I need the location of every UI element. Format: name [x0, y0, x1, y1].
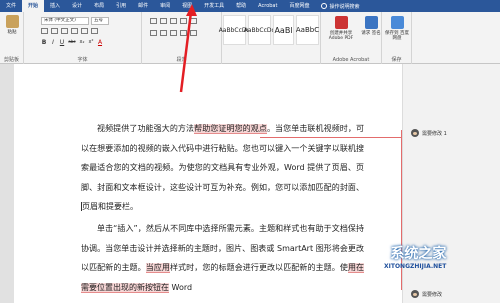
phonetic-guide-icon[interactable] [81, 28, 88, 34]
tab-home[interactable]: 开始 [22, 0, 45, 12]
paragraph-1: 视频提供了功能强大的方法帮助您证明您的观点。当您单击联机视频时，可以在想要添加的… [81, 124, 364, 211]
tab-file[interactable]: 文件 [0, 0, 22, 12]
font-group: 宋体 (中文正文) 五号 B I U abc x₂ x² A 字体 [24, 12, 142, 64]
watermark-url: XITONGZHIJIA.NET [384, 263, 447, 270]
document-page[interactable]: 视频提供了功能强大的方法帮助您证明您的观点。当您单击联机视频时，可以在想要添加的… [14, 64, 402, 303]
tell-me-search[interactable]: 操作说明搜索 [321, 3, 360, 10]
ribbon: 粘贴 剪贴板 宋体 (中文正文) 五号 B I U abc x₂ x² A 字体 [0, 12, 500, 64]
request-signature-button[interactable]: 请求 签名 [361, 16, 381, 36]
numbering-icon[interactable] [160, 18, 167, 24]
paragraph-2: 单击“插入”，然后从不同库中选择所需元素。主题和样式也有助于文档保持协调。当您单… [81, 224, 365, 293]
tab-help[interactable]: 帮助 [230, 0, 252, 12]
paragraph-group-label: 段落 [176, 57, 187, 63]
clipboard-group: 粘贴 剪贴板 [0, 12, 24, 64]
superscript-button[interactable]: x² [88, 39, 94, 46]
style-normal[interactable]: AaBbCcDd [219, 15, 250, 45]
paste-label: 粘贴 [7, 30, 17, 35]
lightbulb-icon [321, 3, 328, 9]
request-signature-label: 请求 签名 [361, 31, 381, 36]
strikethrough-button[interactable]: abc [68, 39, 76, 46]
font-group-label: 字体 [77, 57, 88, 63]
styles-gallery: AaBbCcDd AaBbCcDd AaBl AaBbC [219, 15, 319, 45]
save-to-netdisk-label: 保存到 百度网盘 [385, 31, 409, 41]
save-to-netdisk-button[interactable]: 保存到 百度网盘 [384, 16, 410, 41]
justify-icon[interactable] [180, 30, 187, 36]
cloud-icon [390, 16, 404, 29]
tab-insert[interactable]: 插入 [44, 0, 66, 12]
tab-layout[interactable]: 布局 [88, 0, 110, 12]
commented-text-1[interactable]: 帮助您证明您的观点 [194, 124, 267, 134]
font-row-2 [41, 28, 98, 34]
commented-text-2[interactable]: 当应用 [145, 263, 170, 273]
align-right-icon[interactable] [170, 30, 177, 36]
decrease-indent-icon[interactable] [180, 18, 187, 24]
style-heading-1[interactable]: AaBl [273, 15, 294, 45]
paste-button[interactable]: 粘贴 [2, 15, 22, 35]
pdf-icon [334, 16, 348, 29]
style-no-spacing[interactable]: AaBbCcDd [244, 15, 275, 45]
subscript-button[interactable]: x₂ [79, 39, 85, 46]
tab-acrobat[interactable]: Acrobat [252, 0, 283, 12]
comment-connector [260, 137, 402, 138]
grow-font-icon[interactable] [41, 28, 48, 34]
signature-icon [364, 16, 378, 29]
create-pdf-label: 创建并共享 Adobe PDF [328, 31, 354, 41]
font-format-row: B I U abc x₂ x² A [41, 39, 103, 46]
tab-mailings[interactable]: 邮件 [132, 0, 154, 12]
character-border-icon[interactable] [91, 28, 98, 34]
comment-2[interactable]: 需要修改 [411, 290, 442, 298]
tab-design[interactable]: 设计 [66, 0, 88, 12]
line-spacing-icon[interactable] [190, 30, 197, 36]
clipboard-icon [5, 15, 19, 28]
watermark-title: 系统之家 [390, 246, 447, 262]
font-size-select[interactable]: 五号 [91, 17, 109, 25]
change-case-icon[interactable] [61, 28, 68, 34]
tab-references[interactable]: 引用 [110, 0, 132, 12]
increase-indent-icon[interactable] [190, 18, 197, 24]
paragraph-row-1 [150, 18, 197, 24]
shrink-font-icon[interactable] [51, 28, 58, 34]
user-avatar-icon [411, 290, 419, 298]
underline-button[interactable]: U [59, 39, 65, 46]
paragraph-group: 段落 [142, 12, 222, 64]
create-pdf-button[interactable]: 创建并共享 Adobe PDF [323, 16, 359, 41]
align-left-icon[interactable] [150, 30, 157, 36]
acrobat-group: 创建并共享 Adobe PDF 请求 签名 Adobe Acrobat [320, 12, 382, 64]
tab-view[interactable]: 视图 [176, 0, 198, 12]
style-heading-2[interactable]: AaBbC [296, 15, 319, 45]
paragraph-row-2 [150, 30, 197, 36]
tell-me-label: 操作说明搜索 [329, 3, 360, 10]
italic-button[interactable]: I [50, 39, 56, 46]
bullets-icon[interactable] [150, 18, 157, 24]
bold-button[interactable]: B [41, 39, 47, 46]
save-group: 保存到 百度网盘 保存 [382, 12, 412, 64]
comment-1[interactable]: 需要修改 1 [411, 129, 447, 137]
acrobat-group-label: Adobe Acrobat [332, 57, 370, 63]
save-group-label: 保存 [391, 57, 402, 63]
tab-baidu-netdisk[interactable]: 百度网盘 [283, 0, 315, 12]
tab-developer[interactable]: 开发工具 [198, 0, 230, 12]
watermark: 系统之家 XITONGZHIJIA.NET [384, 243, 446, 270]
tab-review[interactable]: 审阅 [154, 0, 176, 12]
clipboard-group-label: 剪贴板 [3, 57, 19, 63]
align-center-icon[interactable] [160, 30, 167, 36]
font-name-select[interactable]: 宋体 (中文正文) [41, 17, 89, 25]
multilevel-list-icon[interactable] [170, 18, 177, 24]
font-color-icon[interactable]: A [97, 39, 103, 46]
user-avatar-icon [411, 129, 419, 137]
clear-formatting-icon[interactable] [71, 28, 78, 34]
ribbon-tab-bar: 文件 开始 插入 设计 布局 引用 邮件 审阅 视图 开发工具 帮助 Acrob… [0, 0, 500, 12]
